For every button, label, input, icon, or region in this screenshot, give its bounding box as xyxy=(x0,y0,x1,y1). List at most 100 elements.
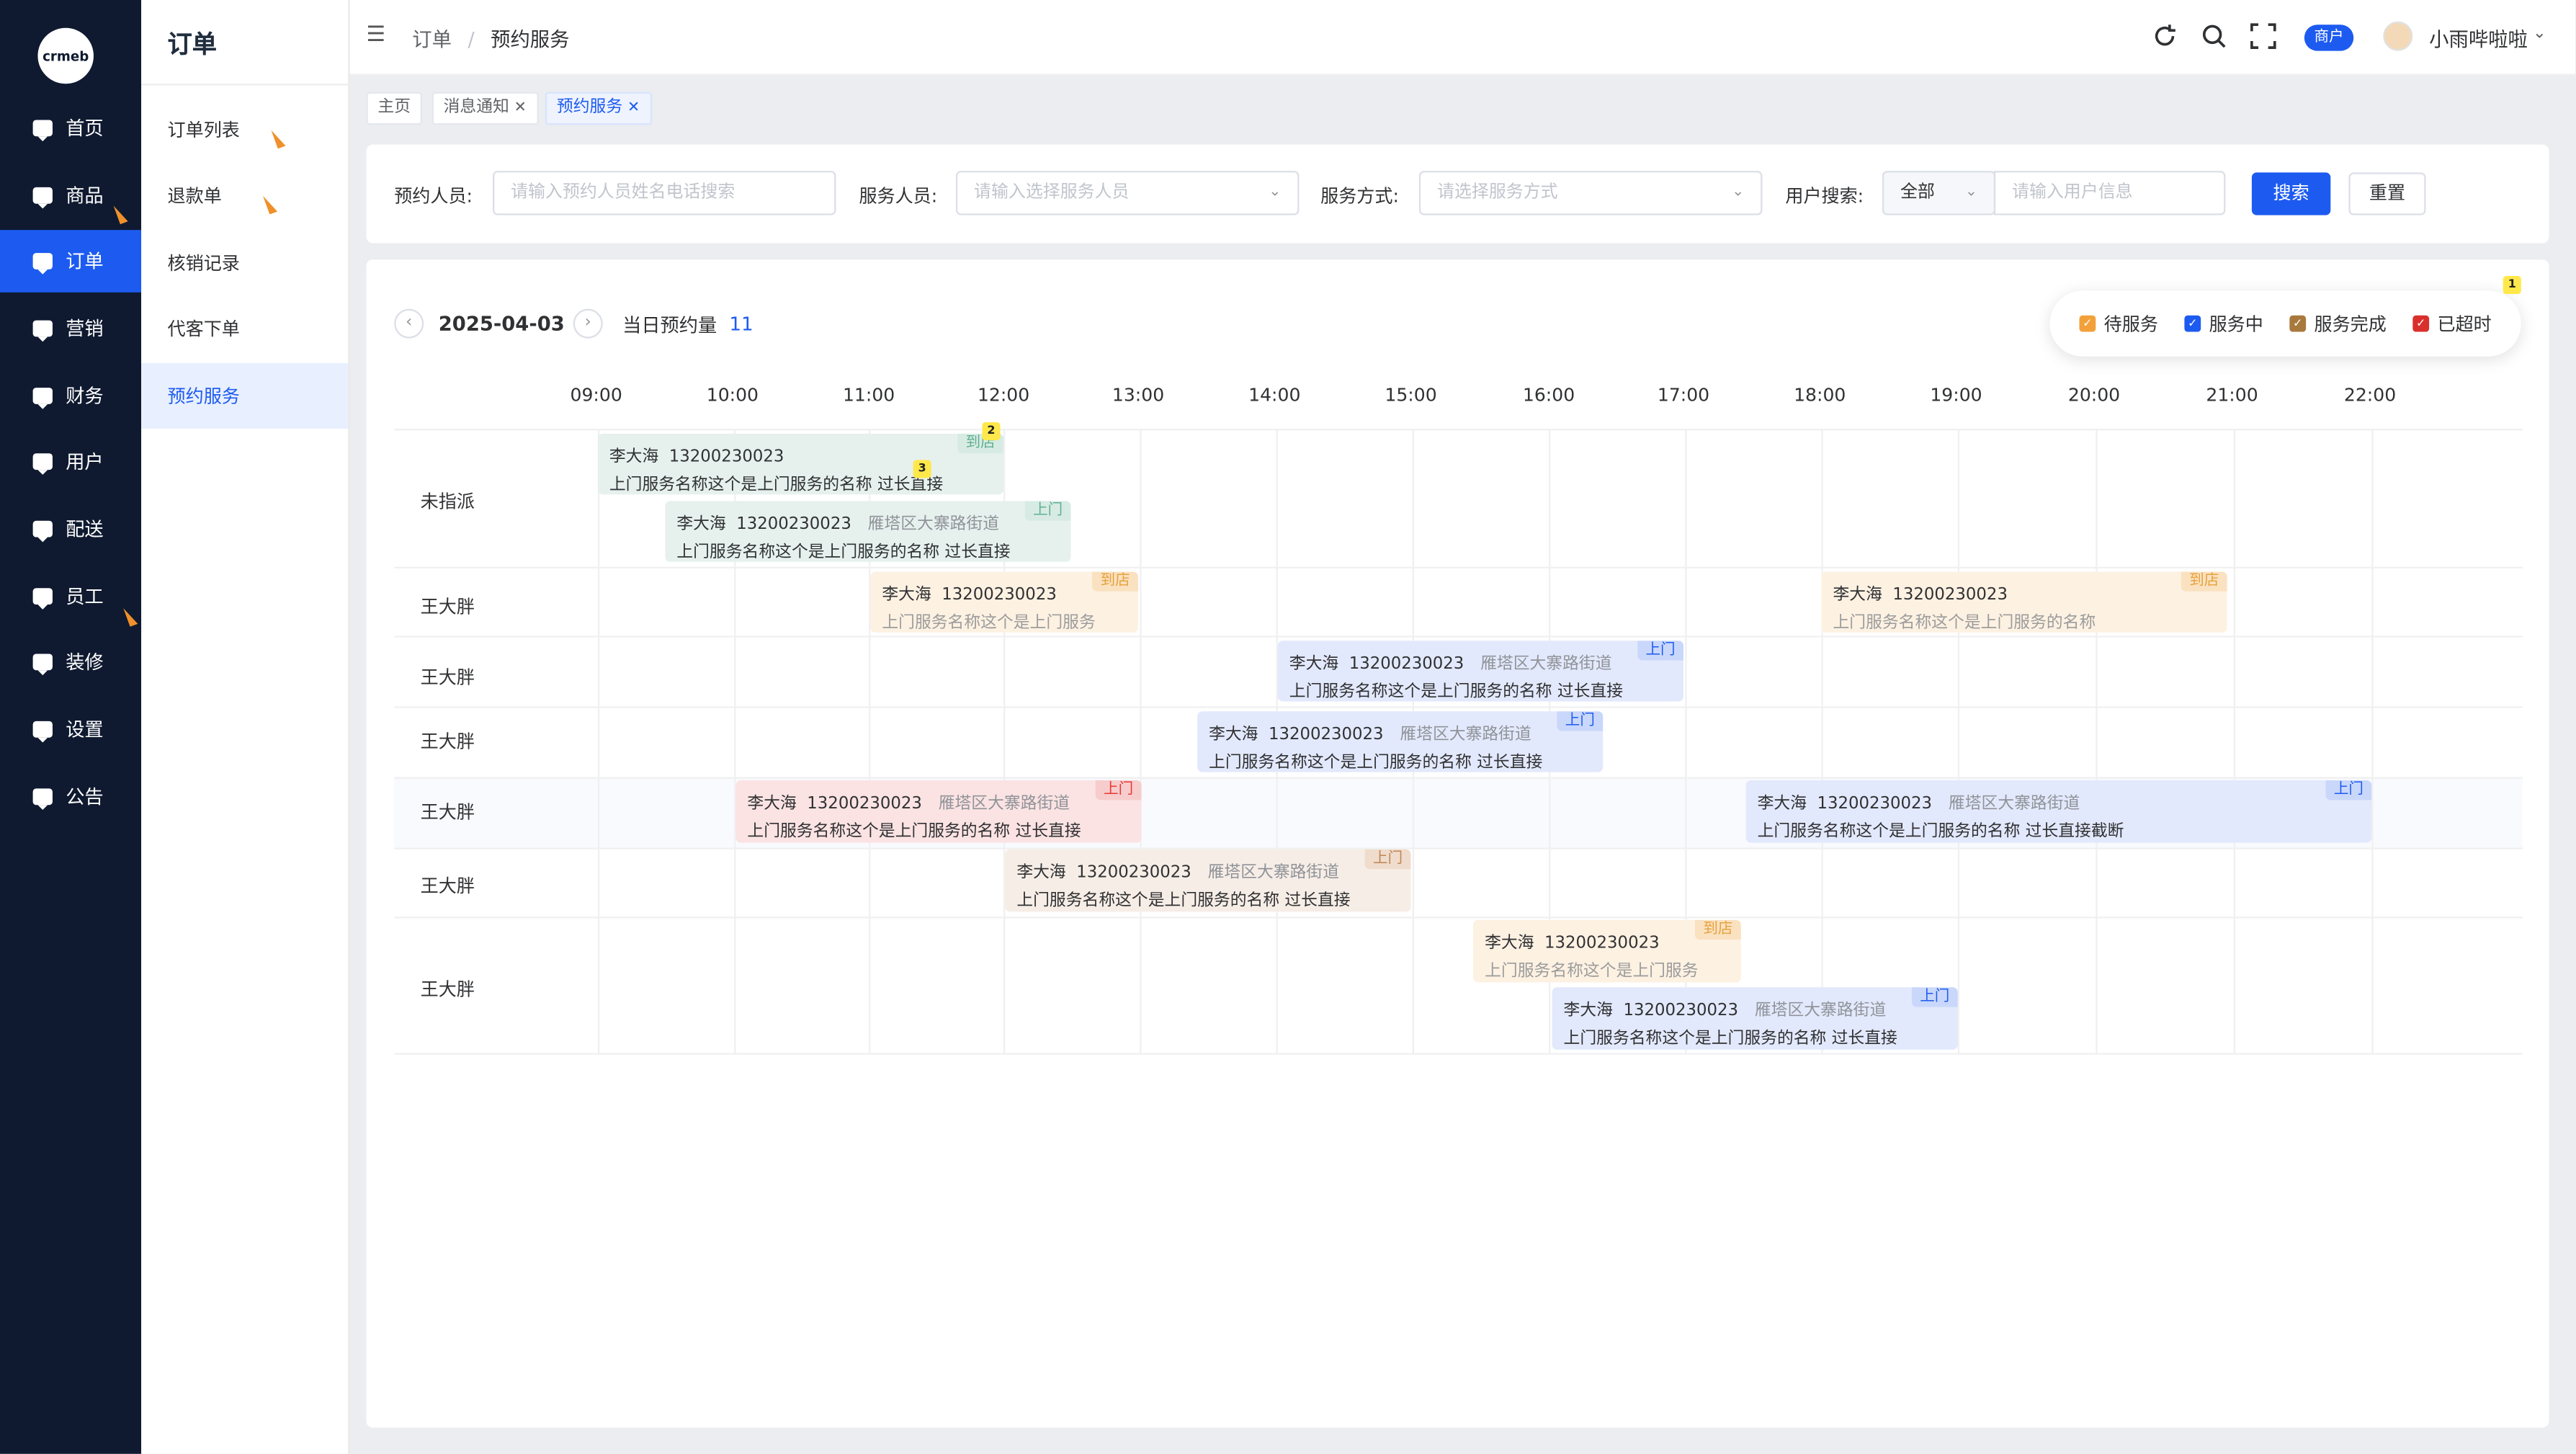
booking-name: 李大海 xyxy=(1289,655,1339,674)
booking-name: 李大海 xyxy=(747,795,797,813)
sidebar-item-users[interactable]: 用户 xyxy=(0,430,141,493)
booking-type-tag: 上门 xyxy=(1911,987,1958,1007)
staff-placeholder: 请输入选择服务人员 xyxy=(974,182,1130,202)
method-placeholder: 请选择服务方式 xyxy=(1437,182,1558,202)
top-bar: ☰ 订单 / 预约服务 商户 小雨哔啦啦 ⌄ xyxy=(349,0,2576,76)
staff-select[interactable]: 请输入选择服务人员 ⌄ xyxy=(955,171,1300,215)
prev-day-button[interactable]: ‹ xyxy=(394,308,424,339)
close-icon[interactable]: ✕ xyxy=(627,100,640,117)
chat-icon xyxy=(32,453,53,475)
legend-label: 已超时 xyxy=(2437,313,2492,336)
refresh-icon[interactable] xyxy=(2152,23,2178,49)
reset-button[interactable]: 重置 xyxy=(2348,172,2426,215)
legend-overdue[interactable]: ✓ 已超时 xyxy=(2412,311,2492,336)
row-line xyxy=(394,777,2523,779)
avatar[interactable] xyxy=(2383,21,2413,51)
filter-panel: 预约人员: 请输入预约人员姓名电话搜索 服务人员: 请输入选择服务人员 ⌄ 服务方… xyxy=(366,144,2549,244)
user-search-input[interactable]: 请输入用户信息 xyxy=(1993,171,2226,215)
daily-count-value: 11 xyxy=(729,312,753,336)
grid-line xyxy=(1821,429,1823,1053)
page-tabs: 主页 消息通知 ✕ 预约服务 ✕ xyxy=(350,76,2575,145)
legend-pending[interactable]: ✓ 待服务 xyxy=(2079,311,2158,336)
username[interactable]: 小雨哔啦啦 xyxy=(2429,24,2528,53)
booking-card[interactable]: 李大海 13200230023 雁塔区大寨路街道 上门服务名称这个是上门服务的名称… xyxy=(735,780,1142,843)
tab-messages[interactable]: 消息通知 ✕ xyxy=(431,92,538,125)
booking-desc: 上门服务名称这个是上门服务的名称 xyxy=(1833,614,2096,633)
legend-label: 服务完成 xyxy=(2314,313,2387,336)
booking-desc: 上门服务名称这个是上门服务的名称 过长直接 xyxy=(676,543,1011,562)
booking-card[interactable]: 李大海 13200230023 上门服务名称这个是上门服务的名称 过长直接 到店 xyxy=(597,433,1004,495)
sidebar-item-settings[interactable]: 设置 xyxy=(0,698,141,761)
hour-label: 16:00 xyxy=(1522,384,1575,406)
booking-desc: 上门服务名称这个是上门服务的名称 过长直接 xyxy=(1209,754,1543,772)
sidebar-item-finance[interactable]: 财务 xyxy=(0,365,141,427)
booking-desc: 上门服务名称这个是上门服务的名称 过长直接截断 xyxy=(1757,823,2124,842)
booking-card[interactable]: 李大海 13200230023 雁塔区大寨路街道 上门服务名称这个是上门服务的名称… xyxy=(1197,711,1604,772)
booking-desc: 上门服务名称这个是上门服务的名称 过长直接 xyxy=(609,476,944,495)
user-type-select[interactable]: 全部 ⌄ xyxy=(1882,171,1996,215)
booking-card[interactable]: 李大海 13200230023 雁塔区大寨路街道 上门服务名称这个是上门服务的名称… xyxy=(665,501,1071,562)
chevron-down-icon: ⌄ xyxy=(1269,184,1282,201)
next-day-button[interactable]: › xyxy=(573,308,603,339)
logo: crmeb xyxy=(37,27,94,84)
sidebar-item-decoration[interactable]: 装修 xyxy=(0,631,141,694)
booking-type-tag: 上门 xyxy=(1095,780,1142,800)
booking-card[interactable]: 李大海 13200230023 雁塔区大寨路街道 上门服务名称这个是上门服务的名称… xyxy=(1552,987,1958,1050)
booking-card[interactable]: 李大海 13200230023 雁塔区大寨路街道 上门服务名称这个是上门服务的名称… xyxy=(1005,849,1411,912)
sidebar-item-home[interactable]: 首页 xyxy=(0,97,141,160)
menu-toggle-icon[interactable]: ☰ xyxy=(366,24,385,46)
fullscreen-icon[interactable] xyxy=(2250,23,2276,49)
chevron-down-icon: ⌄ xyxy=(1964,184,1978,201)
row-line xyxy=(394,429,2523,431)
booking-type-tag: 上门 xyxy=(2325,780,2372,800)
booker-label: 预约人员: xyxy=(394,185,473,208)
tab-label: 主页 xyxy=(377,98,411,117)
grid-line xyxy=(1140,429,1142,1053)
booking-card[interactable]: 李大海 13200230023 上门服务名称这个是上门服务 到店 xyxy=(1473,919,1741,983)
method-select[interactable]: 请选择服务方式 ⌄ xyxy=(1418,171,1763,215)
submenu-item-appointments[interactable]: 预约服务 xyxy=(141,362,349,429)
staff-label: 王大胖 xyxy=(420,731,475,753)
sidebar-item-staff[interactable]: 员工 xyxy=(0,565,141,628)
sidebar-item-label: 装修 xyxy=(66,650,104,674)
sidebar-item-label: 商品 xyxy=(66,184,104,208)
submenu-item-order-list[interactable]: 订单列表 xyxy=(141,97,348,163)
submenu-item-refund[interactable]: 退款单 xyxy=(141,163,348,228)
booking-card[interactable]: 李大海 13200230023 雁塔区大寨路街道 上门服务名称这个是上门服务的名称… xyxy=(1745,780,2372,843)
chevron-down-icon[interactable]: ⌄ xyxy=(2533,24,2546,43)
breadcrumb-item[interactable]: 订单 xyxy=(412,28,452,51)
tab-home[interactable]: 主页 xyxy=(366,92,422,125)
search-button[interactable]: 搜索 xyxy=(2251,172,2331,215)
booking-type-tag: 上门 xyxy=(1637,641,1683,661)
booking-card[interactable]: 李大海 13200230023 上门服务名称这个是上门服务 到店 xyxy=(870,571,1139,633)
sidebar-item-marketing[interactable]: 营销 xyxy=(0,298,141,360)
chat-icon xyxy=(32,120,53,142)
sidebar-item-label: 订单 xyxy=(66,249,104,273)
sidebar-item-notice[interactable]: 公告 xyxy=(0,765,141,828)
booking-card[interactable]: 李大海 13200230023 上门服务名称这个是上门服务的名称 到店 xyxy=(1821,571,2227,633)
search-icon[interactable] xyxy=(2201,23,2227,49)
submenu-item-proxy-order[interactable]: 代客下单 xyxy=(141,295,348,361)
booking-name: 李大海 xyxy=(1485,935,1534,953)
chat-icon xyxy=(32,253,53,275)
sidebar-item-orders[interactable]: 订单 xyxy=(0,230,142,293)
tab-appointments[interactable]: 预约服务 ✕ xyxy=(545,92,652,125)
submenu-item-verify-records[interactable]: 核销记录 xyxy=(141,230,348,295)
sidebar-item-delivery[interactable]: 配送 xyxy=(0,498,141,561)
hour-label: 20:00 xyxy=(2067,384,2121,406)
hour-label: 09:00 xyxy=(570,384,622,406)
legend-in-service[interactable]: ✓ 服务中 xyxy=(2184,311,2263,336)
booking-card[interactable]: 李大海 13200230023 雁塔区大寨路街道 上门服务名称这个是上门服务的名称… xyxy=(1277,641,1683,702)
legend-completed[interactable]: ✓ 服务完成 xyxy=(2289,311,2387,336)
hour-label: 12:00 xyxy=(977,384,1030,406)
row-line xyxy=(394,635,2523,638)
booking-address: 雁塔区大寨路街道 xyxy=(1948,795,2080,813)
booker-input[interactable]: 请输入预约人员姓名电话搜索 xyxy=(493,171,836,215)
grid-line xyxy=(2096,429,2098,1053)
hour-label: 21:00 xyxy=(2206,384,2258,406)
staff-label: 王大胖 xyxy=(420,666,475,689)
close-icon[interactable]: ✕ xyxy=(514,100,527,117)
staff-label: 服务人员: xyxy=(859,185,938,208)
chat-icon xyxy=(32,721,53,743)
booking-type-tag: 上门 xyxy=(1024,501,1071,521)
